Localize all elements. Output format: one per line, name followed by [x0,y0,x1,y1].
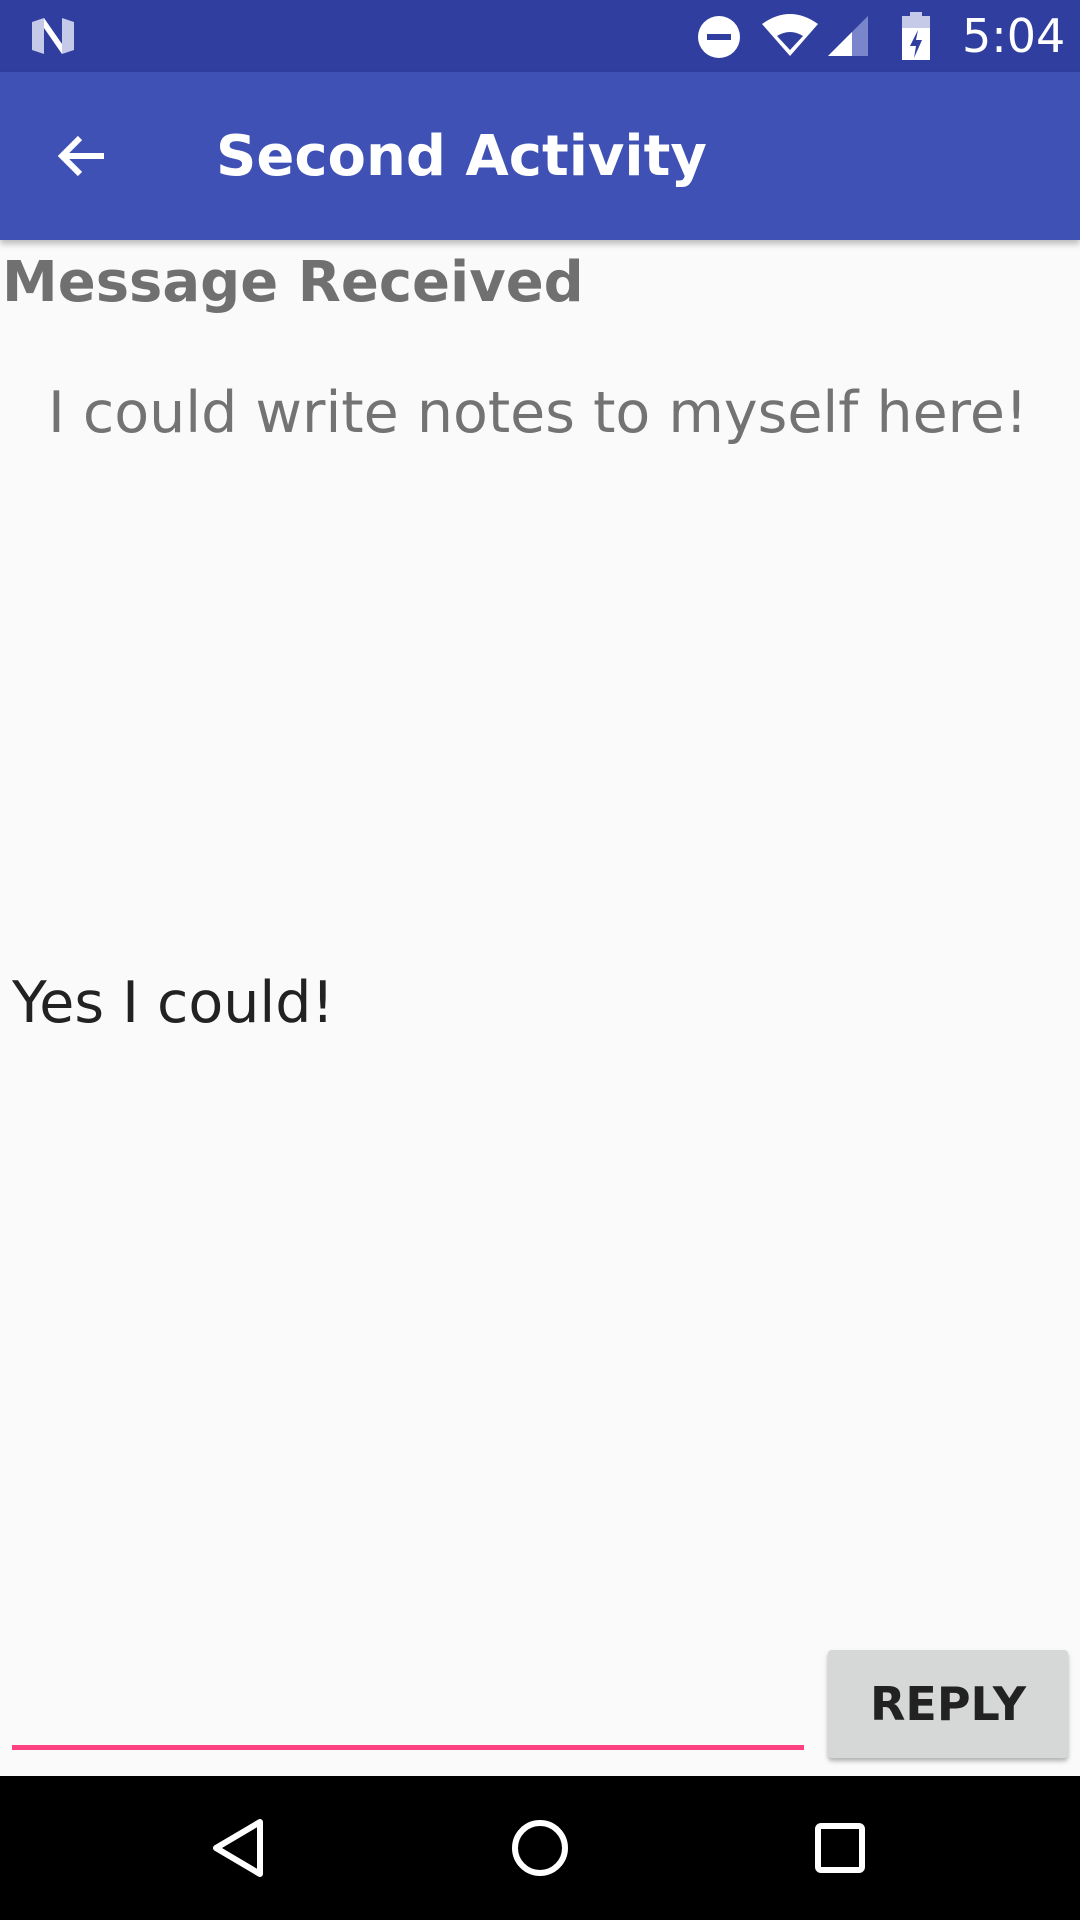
app-bar: Second Activity [0,72,1080,240]
navigation-bar [0,1776,1080,1920]
message-heading: Message Received [2,250,584,315]
cellular-signal-icon [828,16,868,56]
nav-recents-icon[interactable] [800,1808,880,1888]
arrow-back-icon[interactable] [40,116,120,196]
reply-button[interactable]: REPLY [828,1650,1068,1758]
n-logo-icon [32,18,74,54]
wifi-icon [762,14,818,56]
received-message: I could write notes to myself here! [48,380,1028,446]
reply-input[interactable] [12,1640,804,1750]
status-time: 5:04 [962,9,1066,63]
status-bar: 5:04 [0,0,1080,72]
page-title: Second Activity [216,124,707,189]
battery-charging-icon [902,12,930,60]
do-not-disturb-icon [698,16,740,58]
reply-message: Yes I could! [12,970,335,1036]
nav-back-icon[interactable] [200,1808,280,1888]
nav-home-icon[interactable] [500,1808,580,1888]
